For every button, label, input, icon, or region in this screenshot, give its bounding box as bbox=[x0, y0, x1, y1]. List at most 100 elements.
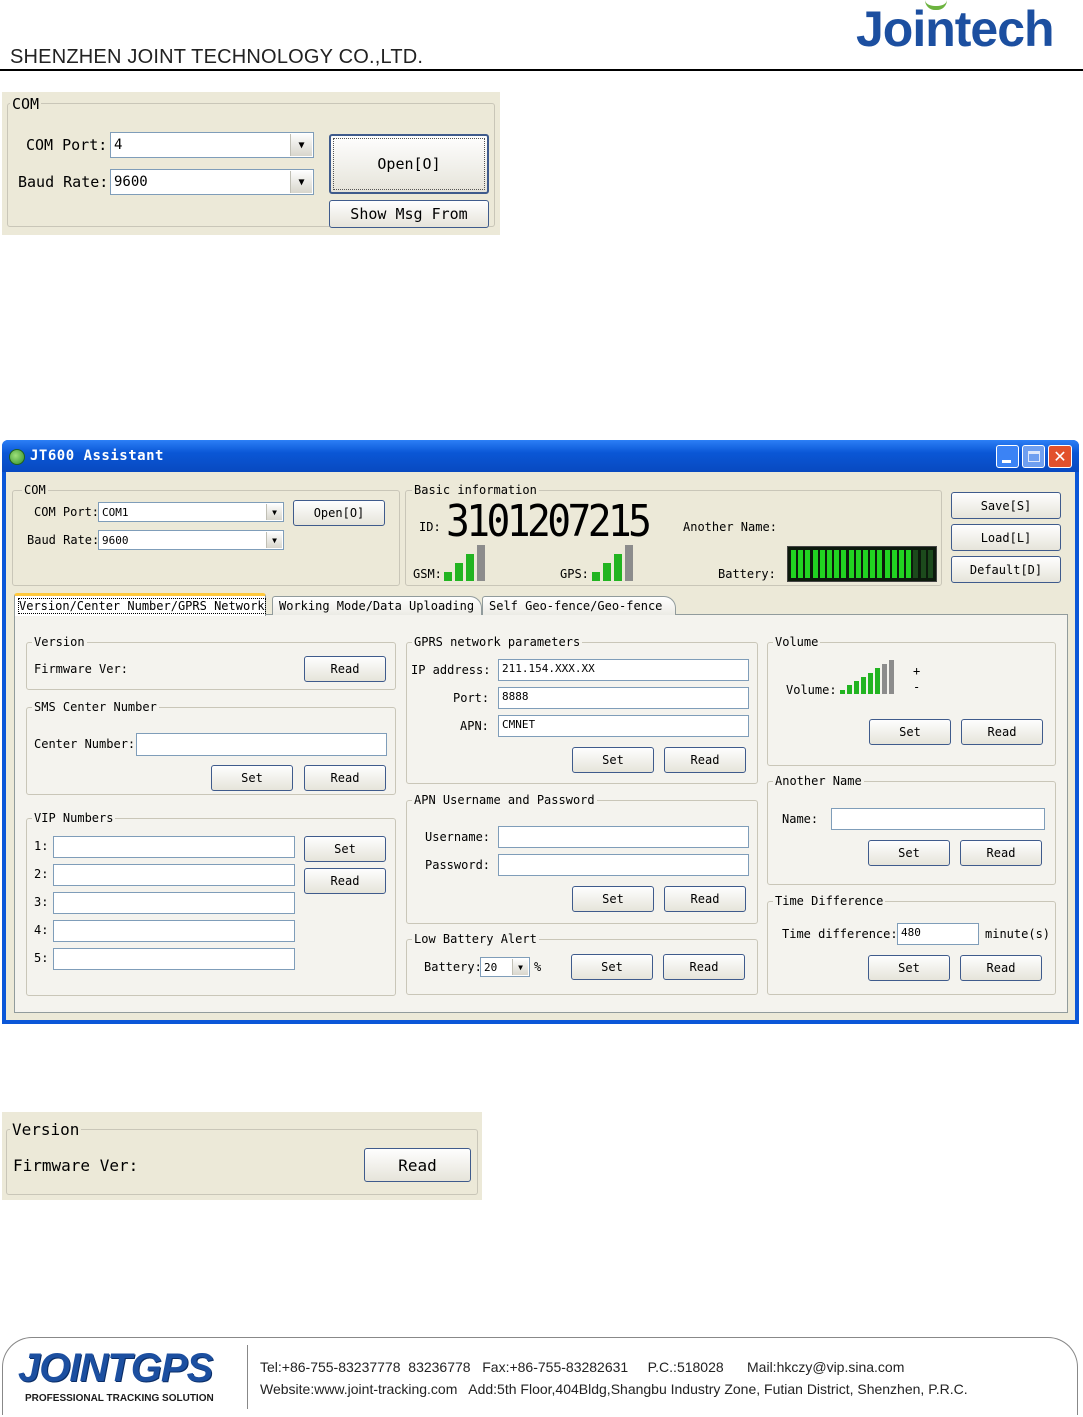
chevron-down-icon[interactable]: ▼ bbox=[266, 532, 282, 548]
app-baud-select[interactable]: 9600 ▼ bbox=[98, 530, 284, 550]
sms-read-button[interactable]: Read bbox=[304, 765, 386, 791]
time-diff-input[interactable]: 480 bbox=[897, 923, 979, 945]
version-snippet-firmware-label: Firmware Ver: bbox=[13, 1156, 139, 1175]
tab-geofence-label: Self Geo-fence/Geo-fence bbox=[489, 599, 663, 613]
jointech-logo: Jointech bbox=[856, 1, 1055, 57]
apn-read-button[interactable]: Read bbox=[664, 886, 746, 912]
tab-working-mode[interactable]: Working Mode/Data Uploading bbox=[272, 596, 482, 615]
battery-segment bbox=[841, 550, 847, 578]
battery-segment bbox=[791, 550, 796, 578]
jointgps-tagline: PROFESSIONAL TRACKING SOLUTION bbox=[25, 1393, 214, 1404]
chevron-down-icon[interactable]: ▼ bbox=[512, 959, 528, 975]
battery-level-meter bbox=[787, 546, 937, 582]
vip-4-input[interactable] bbox=[53, 920, 295, 942]
version-panel-snippet: Version Firmware Ver: Read bbox=[2, 1112, 482, 1200]
apn-label: APN: bbox=[460, 719, 489, 733]
chevron-down-icon[interactable]: ▼ bbox=[266, 504, 282, 520]
gps-label: GPS: bbox=[560, 567, 589, 581]
vip-2-input[interactable] bbox=[53, 864, 295, 886]
app-open-button[interactable]: Open[O] bbox=[293, 500, 385, 526]
open-button[interactable]: Open[O] bbox=[329, 134, 489, 194]
apn-input[interactable]: CMNET bbox=[498, 715, 749, 737]
version-title: Version bbox=[32, 635, 87, 649]
app-baud-label: Baud Rate: bbox=[27, 533, 100, 547]
volume-title: Volume bbox=[773, 635, 821, 649]
jointgps-logo: JOINTGPS bbox=[18, 1346, 213, 1390]
version-read-button[interactable]: Read bbox=[304, 656, 386, 682]
signal-bar bbox=[477, 545, 485, 581]
center-number-input[interactable] bbox=[136, 733, 387, 756]
load-button[interactable]: Load[L] bbox=[951, 524, 1061, 551]
vip-3-input[interactable] bbox=[53, 892, 295, 914]
close-button[interactable]: ✕ bbox=[1048, 445, 1072, 468]
low-battery-title: Low Battery Alert bbox=[412, 932, 539, 946]
vip-3-label: 3: bbox=[34, 895, 49, 909]
center-number-label: Center Number: bbox=[34, 737, 136, 751]
sms-set-button[interactable]: Set bbox=[211, 765, 293, 791]
window-title: JT600 Assistant bbox=[30, 448, 164, 464]
footer-divider bbox=[247, 1345, 248, 1409]
battery-segment bbox=[870, 550, 876, 578]
vip-1-input[interactable] bbox=[53, 836, 295, 858]
app-com-port-select[interactable]: COM1 ▼ bbox=[98, 502, 284, 522]
volume-read-button[interactable]: Read bbox=[961, 719, 1043, 745]
time-set-button[interactable]: Set bbox=[868, 955, 950, 981]
volume-label: Volume: bbox=[786, 683, 837, 697]
battery-read-button[interactable]: Read bbox=[663, 954, 745, 980]
com-port-select[interactable]: 4 ▼ bbox=[110, 132, 314, 158]
maximize-button[interactable] bbox=[1022, 445, 1045, 468]
signal-bar bbox=[592, 572, 600, 581]
battery-segment bbox=[834, 550, 840, 578]
chevron-down-icon[interactable]: ▼ bbox=[290, 134, 312, 156]
tab-geofence[interactable]: Self Geo-fence/Geo-fence bbox=[482, 596, 676, 615]
app-baud-value: 9600 bbox=[102, 533, 129, 547]
battery-segment bbox=[927, 550, 933, 578]
baud-rate-value: 9600 bbox=[114, 174, 148, 190]
name-input[interactable] bbox=[831, 808, 1045, 830]
show-msg-from-button[interactable]: Show Msg From bbox=[329, 200, 489, 228]
battery-segment bbox=[812, 550, 818, 578]
tab-version-center-gprs[interactable]: Version/Center Number/GPRS Network bbox=[14, 593, 266, 616]
version-snippet-read-button[interactable]: Read bbox=[364, 1148, 471, 1182]
app-com-title: COM bbox=[22, 483, 48, 497]
save-button[interactable]: Save[S] bbox=[951, 492, 1061, 519]
gprs-title: GPRS network parameters bbox=[412, 635, 583, 649]
minimize-button[interactable] bbox=[996, 445, 1019, 468]
app-icon bbox=[9, 449, 25, 465]
ip-address-input[interactable]: 211.154.XXX.XX bbox=[498, 659, 749, 681]
tab-version-label: Version/Center Number/GPRS Network bbox=[18, 598, 266, 614]
apn-set-button[interactable]: Set bbox=[572, 886, 654, 912]
name-set-button[interactable]: Set bbox=[868, 840, 950, 866]
baud-rate-select[interactable]: 9600 ▼ bbox=[110, 169, 314, 195]
apn-user-title: APN Username and Password bbox=[412, 793, 597, 807]
signal-bar bbox=[854, 681, 859, 694]
footer-contact-line: Tel:+86-755-83237778 83236778 Fax:+86-75… bbox=[260, 1359, 905, 1375]
vip-read-button[interactable]: Read bbox=[304, 868, 386, 894]
battery-alert-value: 20 bbox=[484, 960, 498, 974]
password-input[interactable] bbox=[498, 854, 749, 876]
another-name-title: Another Name bbox=[773, 774, 864, 788]
signal-bar bbox=[847, 685, 852, 694]
gprs-read-button[interactable]: Read bbox=[664, 747, 746, 773]
signal-bar bbox=[625, 545, 633, 581]
name-read-button[interactable]: Read bbox=[960, 840, 1042, 866]
port-input[interactable]: 8888 bbox=[498, 687, 749, 709]
volume-set-button[interactable]: Set bbox=[869, 719, 951, 745]
default-button[interactable]: Default[D] bbox=[951, 556, 1061, 583]
battery-alert-select[interactable]: 20 ▼ bbox=[480, 957, 530, 977]
tab-working-mode-label: Working Mode/Data Uploading bbox=[279, 599, 475, 613]
chevron-down-icon[interactable]: ▼ bbox=[290, 171, 312, 193]
vip-set-button[interactable]: Set bbox=[304, 836, 386, 862]
battery-set-button[interactable]: Set bbox=[571, 954, 653, 980]
com-panel-snippet: COM COM Port: 4 ▼ Baud Rate: 9600 ▼ Open… bbox=[2, 92, 500, 235]
signal-bar bbox=[882, 664, 887, 694]
volume-minus[interactable]: - bbox=[913, 680, 920, 694]
gprs-set-button[interactable]: Set bbox=[572, 747, 654, 773]
volume-plus[interactable]: + bbox=[913, 664, 920, 678]
vip-5-input[interactable] bbox=[53, 948, 295, 970]
another-name-label: Another Name: bbox=[683, 520, 777, 534]
time-read-button[interactable]: Read bbox=[960, 955, 1042, 981]
username-input[interactable] bbox=[498, 826, 749, 848]
vip-title: VIP Numbers bbox=[32, 811, 116, 825]
battery-segment bbox=[863, 550, 868, 578]
